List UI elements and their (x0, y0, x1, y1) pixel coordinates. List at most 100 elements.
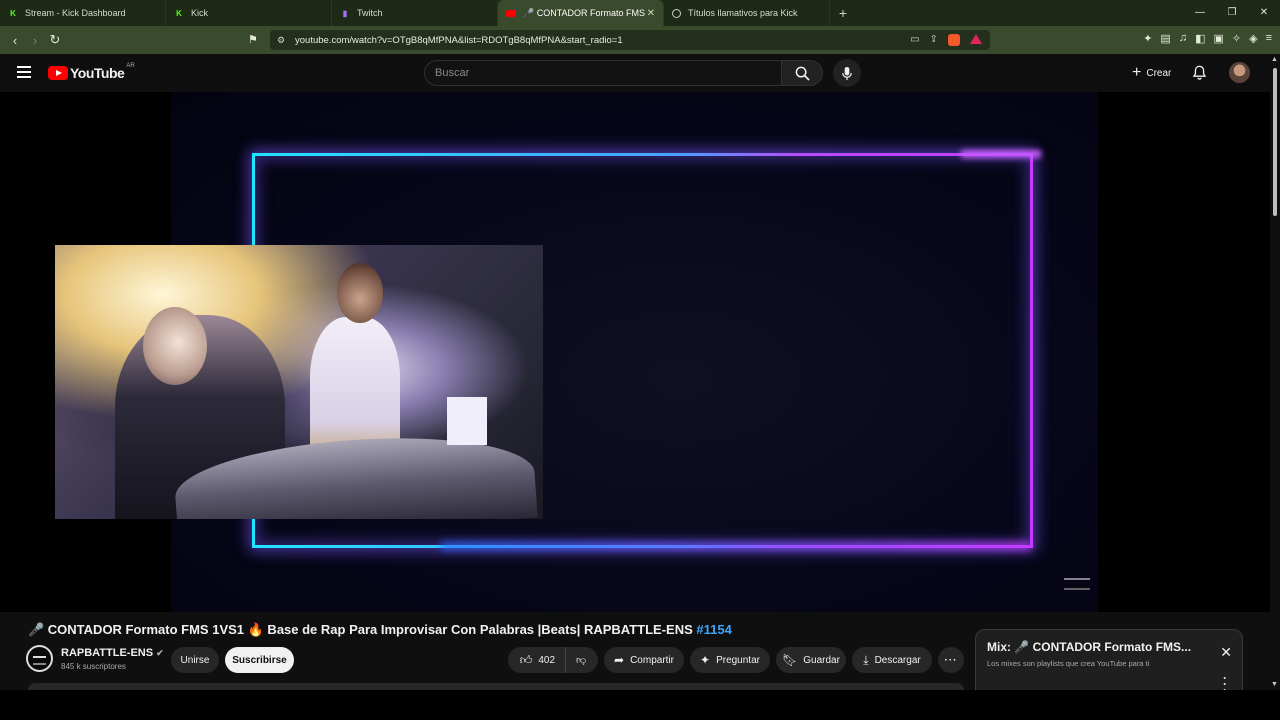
twitch-icon: ▮ (342, 8, 348, 18)
download-icon: ⤓ (863, 652, 869, 667)
site-settings-icon[interactable]: ⚙ (277, 35, 285, 46)
chatgpt-icon (672, 8, 681, 18)
scroll-up-arrow-icon[interactable]: ▲ (1271, 56, 1278, 63)
like-count: 402 (538, 654, 556, 666)
mix-title[interactable]: Mix: 🎤 CONTADOR Formato FMS... (987, 640, 1191, 654)
bookmark-icon[interactable]: ⚑ (248, 33, 258, 46)
extension-icons: ✦ ▤ ♫ ◧ ▣ ✧ ◈ ≡ (1143, 32, 1272, 45)
scrollbar-thumb[interactable] (1273, 68, 1277, 216)
browser-toolbar: ‹ › ↻ ⚑ ⚙ youtube.com/watch?v=OTgB8qMfPN… (0, 26, 1280, 54)
subscribe-button[interactable]: Suscribirse (225, 647, 294, 673)
scroll-down-arrow-icon[interactable]: ▼ (1271, 681, 1278, 688)
hashtag-link[interactable]: #1154 (696, 622, 731, 637)
share-button[interactable]: ➦ Compartir (604, 647, 684, 673)
tab-label: Títulos llamativos para Kick (688, 8, 798, 18)
download-button[interactable]: ⤓ Descargar (852, 647, 932, 673)
tab-kick[interactable]: K Kick (166, 0, 332, 26)
youtube-icon (506, 9, 516, 17)
video-title: 🎤 CONTADOR Formato FMS 1VS1 🔥 Base de Ra… (28, 622, 732, 638)
address-bar[interactable]: ⚙ youtube.com/watch?v=OTgB8qMfPNA&list=R… (270, 30, 990, 50)
kick-icon: K (174, 8, 184, 18)
channel-avatar[interactable] (26, 645, 53, 672)
wallet-icon[interactable]: ▣ (1213, 32, 1223, 45)
tab-label: Kick (191, 8, 209, 18)
back-icon[interactable]: ‹ (5, 33, 25, 48)
like-dislike-group: 👍︎ 402 👎︎ (508, 647, 598, 673)
save-label: Guardar (803, 654, 840, 666)
reload-icon[interactable]: ↻ (45, 32, 65, 48)
forward-icon[interactable]: › (25, 33, 45, 48)
brave-shield-icon[interactable] (948, 34, 960, 46)
thumbs-down-icon: 👎︎ (576, 655, 587, 666)
bookmark-save-icon: 🔖︎ (782, 653, 798, 667)
channel-watermark-icon[interactable] (1064, 578, 1090, 590)
region-code: AR (126, 63, 135, 69)
like-button[interactable]: 👍︎ 402 (510, 647, 567, 673)
plus-icon: + (1132, 64, 1142, 81)
sparkle-icon: ✦ (700, 653, 711, 667)
tab-label: 🎤 CONTADOR Formato FMS (523, 7, 646, 18)
sidebar-icon[interactable]: ◧ (1195, 32, 1205, 45)
youtube-play-icon (48, 66, 68, 80)
restore-button[interactable]: ❐ (1216, 0, 1248, 26)
account-avatar[interactable] (1229, 62, 1250, 83)
youtube-header: YouTube AR Buscar + Crear (0, 54, 1280, 92)
search-button[interactable] (781, 60, 823, 86)
share-page-icon[interactable]: ⇪ (930, 34, 938, 46)
description-box[interactable] (28, 683, 964, 690)
ask-button[interactable]: ✦ Preguntar (690, 647, 770, 673)
minimize-button[interactable]: — (1184, 0, 1216, 26)
neon-glow-top (961, 150, 1041, 158)
create-button[interactable]: + Crear (1122, 60, 1181, 86)
search-icon (795, 66, 810, 81)
close-icon[interactable]: ✕ (1220, 644, 1232, 661)
share-arrow-icon: ➦ (614, 653, 625, 667)
close-tab-icon[interactable]: ✕ (647, 8, 655, 19)
kick-icon: K (8, 8, 18, 18)
vpn-icon[interactable]: ◈ (1249, 32, 1257, 45)
video-player[interactable] (0, 92, 1270, 612)
brave-rewards-icon[interactable] (970, 34, 982, 44)
more-actions-button[interactable]: ··· (938, 647, 964, 673)
channel-name[interactable]: RAPBATTLE-ENS ✔ (61, 647, 164, 659)
youtube-logo[interactable]: YouTube AR (48, 63, 135, 81)
more-dots-icon: ··· (944, 654, 958, 666)
music-icon[interactable]: ♫ (1179, 32, 1187, 45)
hamburger-menu-icon[interactable] (17, 66, 31, 81)
save-button[interactable]: 🔖︎ Guardar (776, 647, 846, 673)
mix-subtitle: Los mixes son playlists que crea YouTube… (987, 659, 1150, 668)
video-title-text: 🎤 CONTADOR Formato FMS 1VS1 🔥 Base de Ra… (28, 622, 697, 637)
voice-search-button[interactable] (833, 59, 861, 87)
browser-tab-strip: K Stream - Kick Dashboard K Kick ▮ Twitc… (0, 0, 1280, 26)
cast-icon[interactable]: ▭ (910, 34, 919, 46)
download-label: Descargar (874, 654, 921, 666)
microphone-icon (842, 66, 852, 80)
subscriber-count: 845 k suscriptores (61, 662, 126, 671)
leo-ai-icon[interactable]: ✧ (1232, 32, 1241, 45)
ask-label: Preguntar (716, 654, 760, 666)
new-tab-button[interactable]: + (830, 5, 856, 21)
webcam-overlay-image (55, 245, 543, 519)
thumbs-up-icon: 👍︎ (519, 652, 533, 667)
extensions-icon[interactable]: ✦ (1143, 32, 1152, 45)
close-window-button[interactable]: ✕ (1248, 0, 1280, 26)
channel-name-text: RAPBATTLE-ENS (61, 647, 154, 659)
person-right-head (337, 263, 383, 323)
page-scrollbar[interactable]: ▲ ▼ (1270, 54, 1280, 690)
tab-youtube-active[interactable]: 🎤 CONTADOR Formato FMS ✕ (498, 0, 664, 26)
create-label: Crear (1146, 67, 1172, 79)
dislike-button[interactable]: 👎︎ (566, 647, 596, 673)
search-input[interactable]: Buscar (424, 60, 782, 86)
tab-label: Stream - Kick Dashboard (25, 8, 126, 18)
reading-list-icon[interactable]: ▤ (1160, 32, 1170, 45)
person-left-head (143, 307, 207, 385)
menu-icon[interactable]: ≡ (1266, 32, 1272, 45)
tab-twitch[interactable]: ▮ Twitch (332, 0, 498, 26)
logo-text: YouTube (70, 65, 125, 81)
verified-check-icon: ✔ (156, 648, 164, 658)
join-button[interactable]: Unirse (171, 647, 219, 673)
tab-kick-dashboard[interactable]: K Stream - Kick Dashboard (0, 0, 166, 26)
notifications-bell-icon[interactable] (1192, 65, 1207, 86)
tab-chatgpt[interactable]: Títulos llamativos para Kick (664, 0, 830, 26)
neon-glow-bottom (441, 542, 1031, 550)
